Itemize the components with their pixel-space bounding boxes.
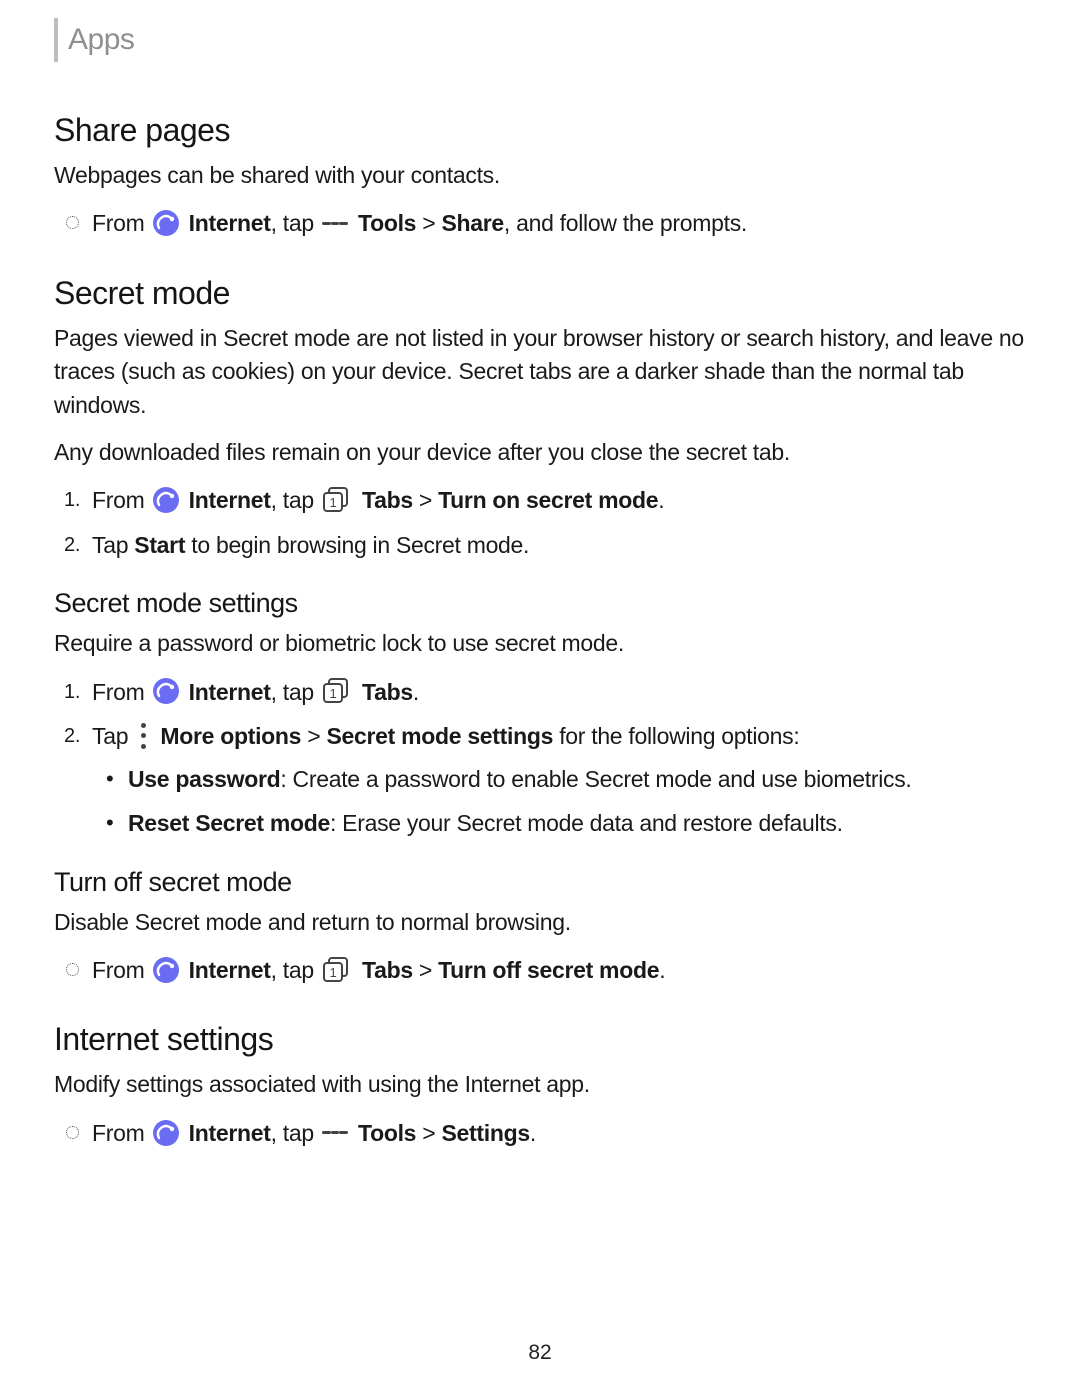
- tabs-icon: 1: [322, 957, 352, 983]
- secret-mode-step-2: Tap Start to begin browsing in Secret mo…: [92, 528, 1026, 563]
- heading-share-pages: Share pages: [54, 112, 1026, 149]
- svg-text:1: 1: [329, 965, 336, 980]
- tools-icon: [322, 213, 348, 233]
- secret-mode-p2: Any downloaded files remain on your devi…: [54, 436, 1026, 469]
- share-pages-step: From Internet, tap Tools > Share, and fo…: [92, 206, 1026, 241]
- turn-off-step: From Internet, tap 1 Tabs > Turn off sec…: [92, 953, 1026, 988]
- tabs-icon: 1: [322, 678, 352, 704]
- secret-settings-step-2: Tap More options > Secret mode settings …: [92, 719, 1026, 841]
- heading-internet-settings: Internet settings: [54, 1021, 1026, 1058]
- svg-text:1: 1: [329, 495, 336, 510]
- tabs-icon: 1: [322, 487, 352, 513]
- share-pages-intro: Webpages can be shared with your contact…: [54, 159, 1026, 192]
- breadcrumb: Apps: [54, 18, 1026, 62]
- more-options-icon: [136, 723, 150, 749]
- internet-icon: [153, 678, 179, 704]
- breadcrumb-bar: [54, 18, 58, 62]
- internet-icon: [153, 957, 179, 983]
- internet-settings-intro: Modify settings associated with using th…: [54, 1068, 1026, 1101]
- secret-settings-intro: Require a password or biometric lock to …: [54, 627, 1026, 660]
- internet-icon: [153, 487, 179, 513]
- secret-mode-step-1: From Internet, tap 1 Tabs > Turn on secr…: [92, 483, 1026, 518]
- option-use-password: Use password: Create a password to enabl…: [128, 762, 1026, 797]
- heading-secret-mode: Secret mode: [54, 275, 1026, 312]
- turn-off-intro: Disable Secret mode and return to normal…: [54, 906, 1026, 939]
- heading-turn-off-secret-mode: Turn off secret mode: [54, 867, 1026, 898]
- internet-settings-step: From Internet, tap Tools > Settings.: [92, 1116, 1026, 1151]
- secret-settings-step-1: From Internet, tap 1 Tabs.: [92, 675, 1026, 710]
- internet-icon: [153, 1120, 179, 1146]
- svg-text:1: 1: [329, 686, 336, 701]
- secret-mode-p1: Pages viewed in Secret mode are not list…: [54, 322, 1026, 422]
- tools-icon: [322, 1123, 348, 1143]
- heading-secret-mode-settings: Secret mode settings: [54, 588, 1026, 619]
- option-reset-secret-mode: Reset Secret mode: Erase your Secret mod…: [128, 806, 1026, 841]
- breadcrumb-text: Apps: [68, 23, 134, 57]
- internet-icon: [153, 210, 179, 236]
- page-number: 82: [0, 1341, 1080, 1365]
